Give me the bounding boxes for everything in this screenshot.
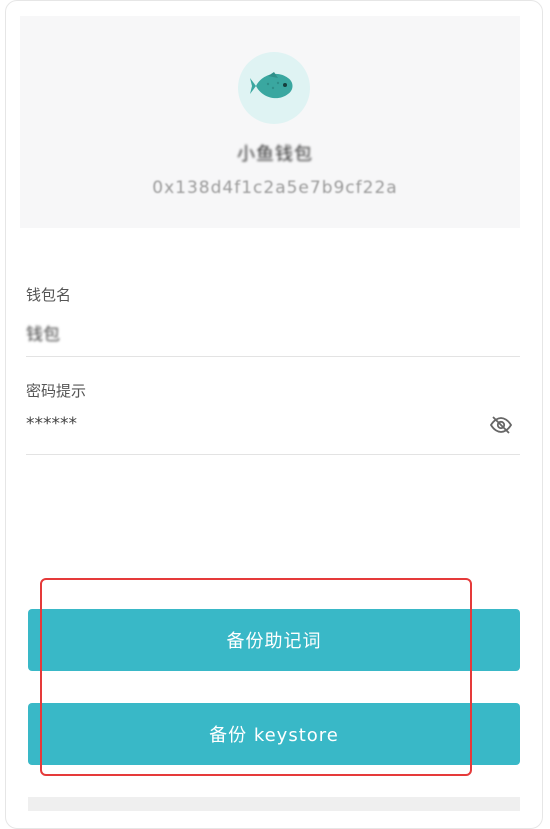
wallet-name-value: 钱包 bbox=[26, 325, 60, 345]
wallet-name-label: 钱包名 bbox=[26, 286, 72, 304]
backup-keystore-button[interactable]: 备份 keystore bbox=[28, 703, 520, 765]
backup-mnemonic-button[interactable]: 备份助记词 bbox=[28, 609, 520, 671]
fish-icon bbox=[250, 66, 298, 110]
password-hint-divider bbox=[26, 454, 520, 455]
password-hint-value: ****** bbox=[26, 414, 77, 434]
bottom-strip bbox=[28, 797, 520, 811]
eye-off-icon[interactable] bbox=[489, 413, 513, 437]
wallet-title: 小鱼钱包 bbox=[237, 144, 313, 165]
password-hint-label: 密码提示 bbox=[26, 382, 87, 400]
wallet-address: 0x138d4f1c2a5e7b9cf22a bbox=[152, 178, 398, 198]
wallet-avatar bbox=[238, 52, 310, 124]
wallet-name-divider bbox=[26, 356, 520, 357]
